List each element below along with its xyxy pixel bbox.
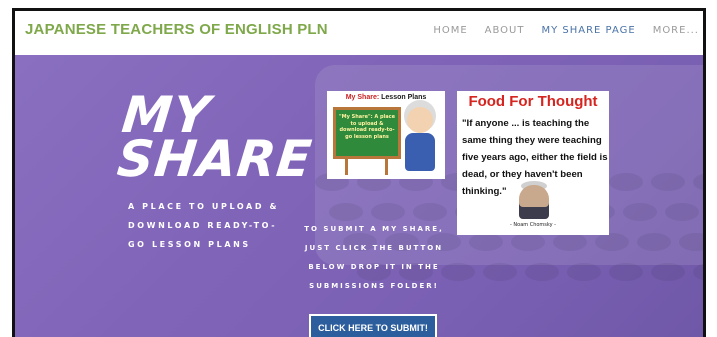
typewriter-key bbox=[609, 173, 643, 191]
teacher-cartoon-body bbox=[405, 133, 435, 171]
typewriter-key bbox=[693, 173, 703, 191]
typewriter-key bbox=[637, 233, 671, 251]
typewriter-key bbox=[441, 263, 475, 281]
typewriter-key bbox=[651, 173, 685, 191]
site-header: JAPANESE TEACHERS OF ENGLISH PLN HOME AB… bbox=[15, 11, 703, 55]
typewriter-key bbox=[469, 233, 503, 251]
typewriter-key bbox=[553, 233, 587, 251]
site-title[interactable]: JAPANESE TEACHERS OF ENGLISH PLN bbox=[25, 21, 328, 38]
typewriter-key bbox=[525, 263, 559, 281]
typewriter-key bbox=[651, 263, 685, 281]
lesson-plans-image-title-suffix: Lesson Plans bbox=[379, 94, 427, 101]
typewriter-key bbox=[609, 263, 643, 281]
nav-my-share-page[interactable]: MY SHARE PAGE bbox=[541, 25, 635, 36]
chomsky-portrait bbox=[519, 185, 549, 219]
typewriter-key bbox=[413, 203, 447, 221]
typewriter-key bbox=[595, 233, 629, 251]
chalkboard: "My Share": A place to upload & download… bbox=[333, 107, 401, 159]
typewriter-key bbox=[483, 263, 517, 281]
typewriter-key bbox=[665, 203, 699, 221]
lesson-plans-image: My Share: Lesson Plans "My Share": A pla… bbox=[327, 91, 445, 179]
typewriter-key bbox=[693, 263, 703, 281]
typewriter-key bbox=[567, 263, 601, 281]
typewriter-key bbox=[679, 233, 703, 251]
teacher-cartoon-head bbox=[407, 107, 433, 133]
food-for-thought-title: Food For Thought bbox=[468, 93, 598, 110]
typewriter-key bbox=[329, 203, 363, 221]
main-nav: HOME ABOUT MY SHARE PAGE MORE... bbox=[416, 25, 699, 36]
hero-banner: MY SHARE A PLACE TO UPLOAD & DOWNLOAD RE… bbox=[15, 55, 703, 337]
nav-home[interactable]: HOME bbox=[433, 25, 467, 36]
nav-about[interactable]: ABOUT bbox=[485, 25, 525, 36]
page-frame: JAPANESE TEACHERS OF ENGLISH PLN HOME AB… bbox=[12, 8, 706, 337]
quote-attribution: - Noam Chomsky - bbox=[510, 222, 556, 228]
submit-instructions: TO SUBMIT A MY SHARE, JUST CLICK THE BUT… bbox=[304, 225, 444, 290]
nav-more[interactable]: MORE... bbox=[653, 25, 699, 36]
typewriter-key bbox=[623, 203, 657, 221]
typewriter-key bbox=[511, 233, 545, 251]
hero-title: MY SHARE bbox=[114, 86, 318, 188]
typewriter-key bbox=[371, 203, 405, 221]
food-for-thought-image: Food For Thought "If anyone ... is teach… bbox=[457, 91, 609, 235]
submit-button[interactable]: CLICK HERE TO SUBMIT! bbox=[309, 314, 437, 337]
chalkboard-easel bbox=[341, 159, 393, 175]
lesson-plans-image-title: My Share: Lesson Plans bbox=[327, 94, 445, 101]
lesson-plans-image-title-prefix: My Share: bbox=[345, 94, 380, 101]
hero-subtitle: A PLACE TO UPLOAD & DOWNLOAD READY-TO-GO… bbox=[128, 202, 280, 249]
hero-title-line2: SHARE bbox=[114, 130, 315, 188]
